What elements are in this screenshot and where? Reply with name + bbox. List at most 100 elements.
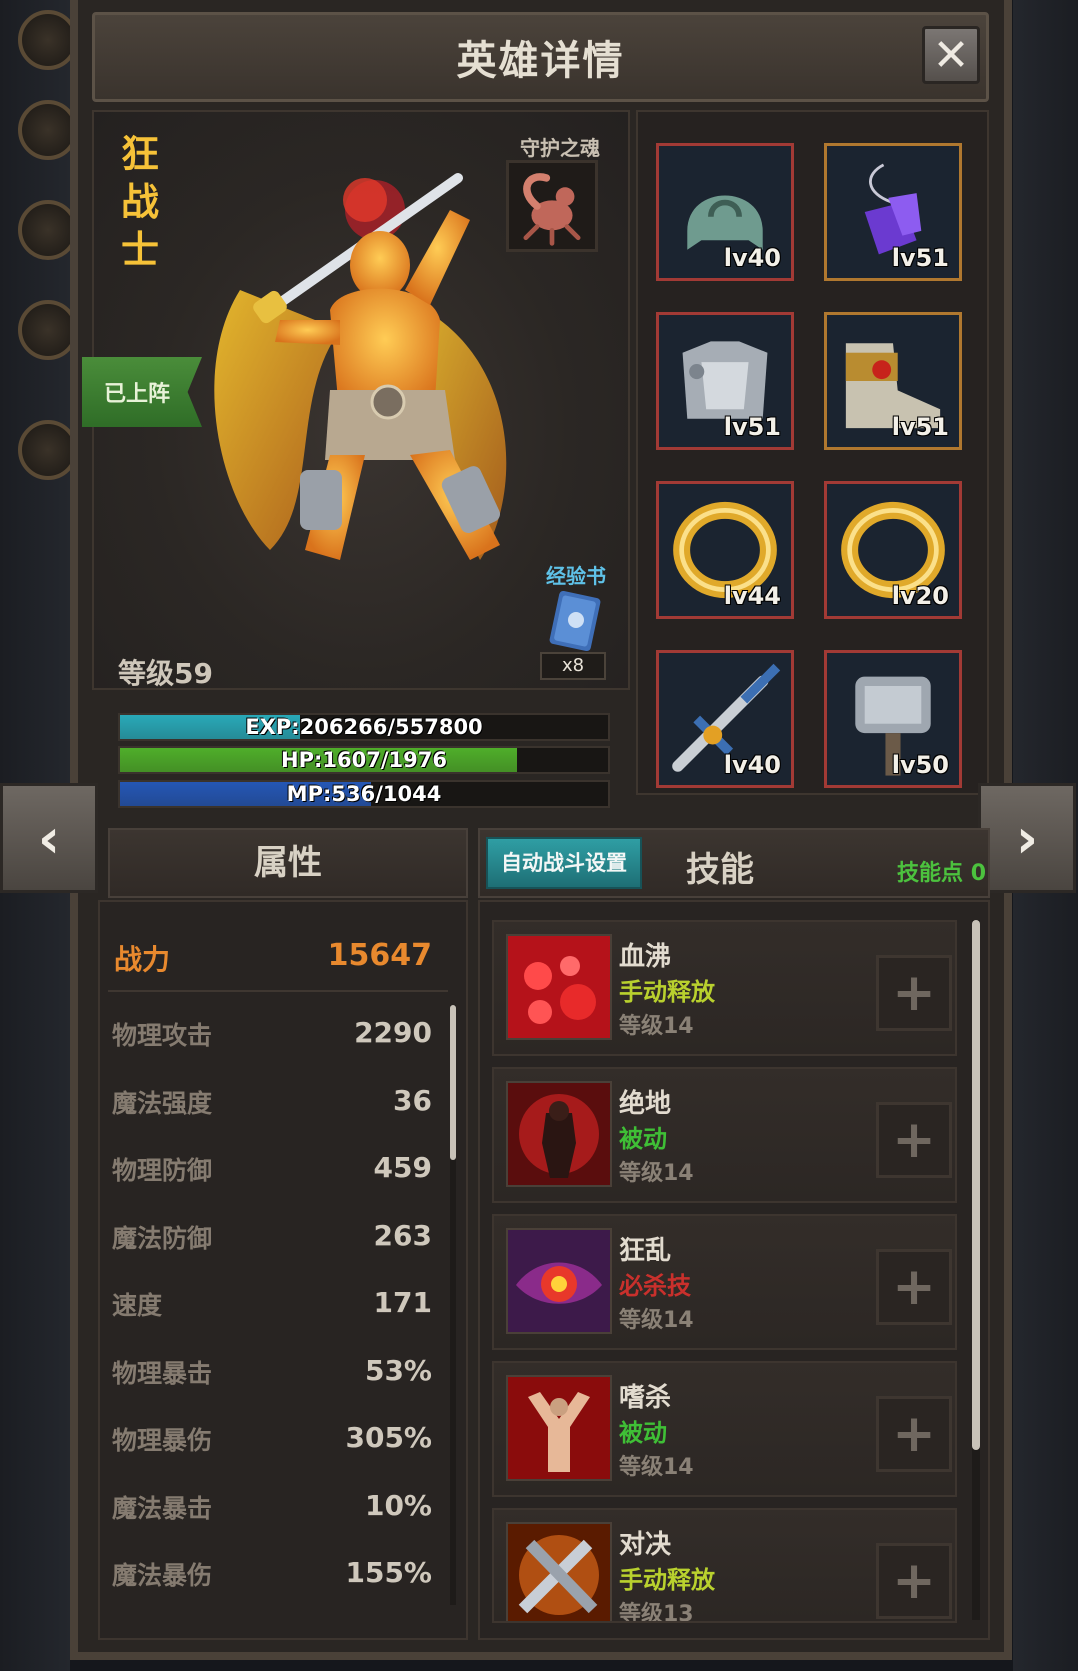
side-portrait-ring bbox=[18, 100, 78, 160]
equipment-slot[interactable]: lv50 bbox=[824, 650, 962, 788]
skill-level: 等级14 bbox=[619, 1455, 694, 1480]
plus-icon: + bbox=[892, 963, 936, 1023]
equipment-slot[interactable]: lv40 bbox=[656, 143, 794, 281]
equipment-level: lv51 bbox=[723, 413, 781, 441]
attribute-name: 魔法暴击 bbox=[112, 1493, 213, 1523]
skills-scrollbar[interactable] bbox=[972, 920, 980, 1450]
skill-level: 等级14 bbox=[619, 1014, 694, 1039]
plus-icon: + bbox=[892, 1110, 936, 1170]
chevron-left-icon: ‹ bbox=[37, 806, 61, 870]
hero-name-char: 战 bbox=[120, 180, 159, 224]
attribute-row: 魔法暴伤 155% bbox=[112, 1556, 432, 1596]
hp-bar-text: HP:1607/1976 bbox=[281, 748, 447, 772]
chevron-right-icon: › bbox=[1015, 806, 1039, 870]
deployed-badge[interactable]: 已上阵 bbox=[82, 357, 202, 427]
attribute-row: 魔法防御 263 bbox=[112, 1219, 432, 1259]
skill-row[interactable]: 嗜杀 被动 等级14 + bbox=[492, 1361, 957, 1497]
side-portrait-ring bbox=[18, 300, 78, 360]
exp-bar-text: EXP:206266/557800 bbox=[245, 715, 483, 739]
equipment-slot[interactable]: lv51 bbox=[824, 143, 962, 281]
auto-battle-settings-button[interactable]: 自动战斗设置 bbox=[486, 837, 642, 889]
skill-name: 狂乱 bbox=[619, 1236, 672, 1266]
attributes-panel bbox=[98, 900, 468, 1640]
equipment-slot[interactable]: lv44 bbox=[656, 481, 794, 619]
skill-points: 技能点 0 bbox=[897, 861, 986, 886]
skill-level: 等级14 bbox=[619, 1308, 694, 1333]
equipment-slot[interactable]: lv40 bbox=[656, 650, 794, 788]
attribute-name: 魔法强度 bbox=[112, 1088, 213, 1118]
attribute-name: 速度 bbox=[112, 1291, 163, 1320]
divider bbox=[108, 990, 448, 992]
combat-power-label: 战力 bbox=[114, 943, 171, 976]
skill-upgrade-button[interactable]: + bbox=[876, 1543, 952, 1619]
attribute-value: 10% bbox=[364, 1488, 432, 1522]
next-hero-button[interactable]: › bbox=[978, 783, 1076, 893]
attribute-row: 速度 171 bbox=[112, 1286, 432, 1326]
guardian-soul-label: 守护之魂 bbox=[520, 136, 600, 160]
exp-bar: EXP:206266/557800 bbox=[118, 713, 610, 741]
skill-type: 被动 bbox=[619, 1125, 667, 1153]
skill-type: 手动释放 bbox=[619, 978, 715, 1006]
attribute-row: 物理暴伤 305% bbox=[112, 1421, 432, 1461]
blood-boil-icon bbox=[506, 934, 612, 1040]
skill-name: 绝地 bbox=[619, 1089, 672, 1119]
skill-row[interactable]: 血沸 手动释放 等级14 + bbox=[492, 920, 957, 1056]
attribute-value: 53% bbox=[364, 1353, 432, 1387]
skill-name: 嗜杀 bbox=[619, 1383, 672, 1413]
skill-upgrade-button[interactable]: + bbox=[876, 955, 952, 1031]
window-title: 英雄详情 bbox=[456, 38, 625, 84]
equipment-level: lv44 bbox=[723, 582, 781, 610]
attribute-row: 物理攻击 2290 bbox=[112, 1016, 432, 1056]
attribute-value: 263 bbox=[373, 1218, 432, 1252]
equipment-level: lv51 bbox=[891, 244, 949, 272]
frenzy-eye-icon bbox=[506, 1228, 612, 1334]
side-portrait-ring bbox=[18, 10, 78, 70]
plus-icon: + bbox=[892, 1257, 936, 1317]
tab-attributes[interactable]: 属性 bbox=[108, 828, 468, 898]
scorpion-icon bbox=[523, 173, 581, 246]
attribute-value: 155% bbox=[345, 1556, 432, 1589]
attribute-row: 魔法强度 36 bbox=[112, 1084, 432, 1124]
attribute-name: 物理暴伤 bbox=[112, 1426, 213, 1455]
mp-bar-text: MP:536/1044 bbox=[286, 782, 442, 806]
equipment-slot[interactable]: lv20 bbox=[824, 481, 962, 619]
attribute-row: 魔法暴击 10% bbox=[112, 1489, 432, 1529]
attributes-scrollbar[interactable] bbox=[450, 1005, 456, 1160]
attribute-value: 36 bbox=[393, 1083, 432, 1117]
attribute-name: 物理暴击 bbox=[112, 1358, 213, 1388]
skill-row[interactable]: 对决 手动释放 等级13 + bbox=[492, 1508, 957, 1623]
equipment-slot[interactable]: lv51 bbox=[824, 312, 962, 450]
equipment-level: lv40 bbox=[723, 244, 781, 272]
skill-upgrade-button[interactable]: + bbox=[876, 1249, 952, 1325]
hero-name: 狂 战 士 bbox=[118, 130, 162, 274]
plus-icon: + bbox=[892, 1404, 936, 1464]
guardian-soul-slot[interactable] bbox=[506, 160, 598, 252]
last-stand-icon bbox=[506, 1081, 612, 1187]
book-icon bbox=[549, 590, 601, 652]
hp-bar: HP:1607/1976 bbox=[118, 746, 610, 774]
skill-upgrade-button[interactable]: + bbox=[876, 1396, 952, 1472]
combat-power-value: 15647 bbox=[327, 938, 432, 973]
attribute-name: 魔法暴伤 bbox=[112, 1561, 213, 1590]
attribute-name: 魔法防御 bbox=[112, 1223, 213, 1253]
previous-hero-button[interactable]: ‹ bbox=[0, 783, 98, 893]
equipment-slot[interactable]: lv51 bbox=[656, 312, 794, 450]
attribute-name: 物理防御 bbox=[112, 1156, 213, 1185]
equipment-level: lv40 bbox=[723, 751, 781, 779]
skill-row[interactable]: 狂乱 必杀技 等级14 + bbox=[492, 1214, 957, 1350]
exp-book-label: 经验书 bbox=[546, 564, 606, 588]
tab-skills[interactable]: 技能 bbox=[660, 842, 780, 891]
skill-type: 被动 bbox=[619, 1419, 667, 1447]
skill-upgrade-button[interactable]: + bbox=[876, 1102, 952, 1178]
mp-bar: MP:536/1044 bbox=[118, 780, 610, 808]
plus-icon: + bbox=[892, 1551, 936, 1611]
equipment-level: lv50 bbox=[891, 751, 949, 779]
close-button[interactable]: ✕ bbox=[922, 26, 980, 84]
skill-name: 血沸 bbox=[619, 942, 672, 972]
attribute-row: 物理暴击 53% bbox=[112, 1354, 432, 1394]
side-portrait-ring bbox=[18, 420, 78, 480]
side-portrait-ring bbox=[18, 200, 78, 260]
attribute-value: 2290 bbox=[354, 1016, 432, 1049]
exp-book-button[interactable] bbox=[540, 588, 608, 654]
skill-row[interactable]: 绝地 被动 等级14 + bbox=[492, 1067, 957, 1203]
